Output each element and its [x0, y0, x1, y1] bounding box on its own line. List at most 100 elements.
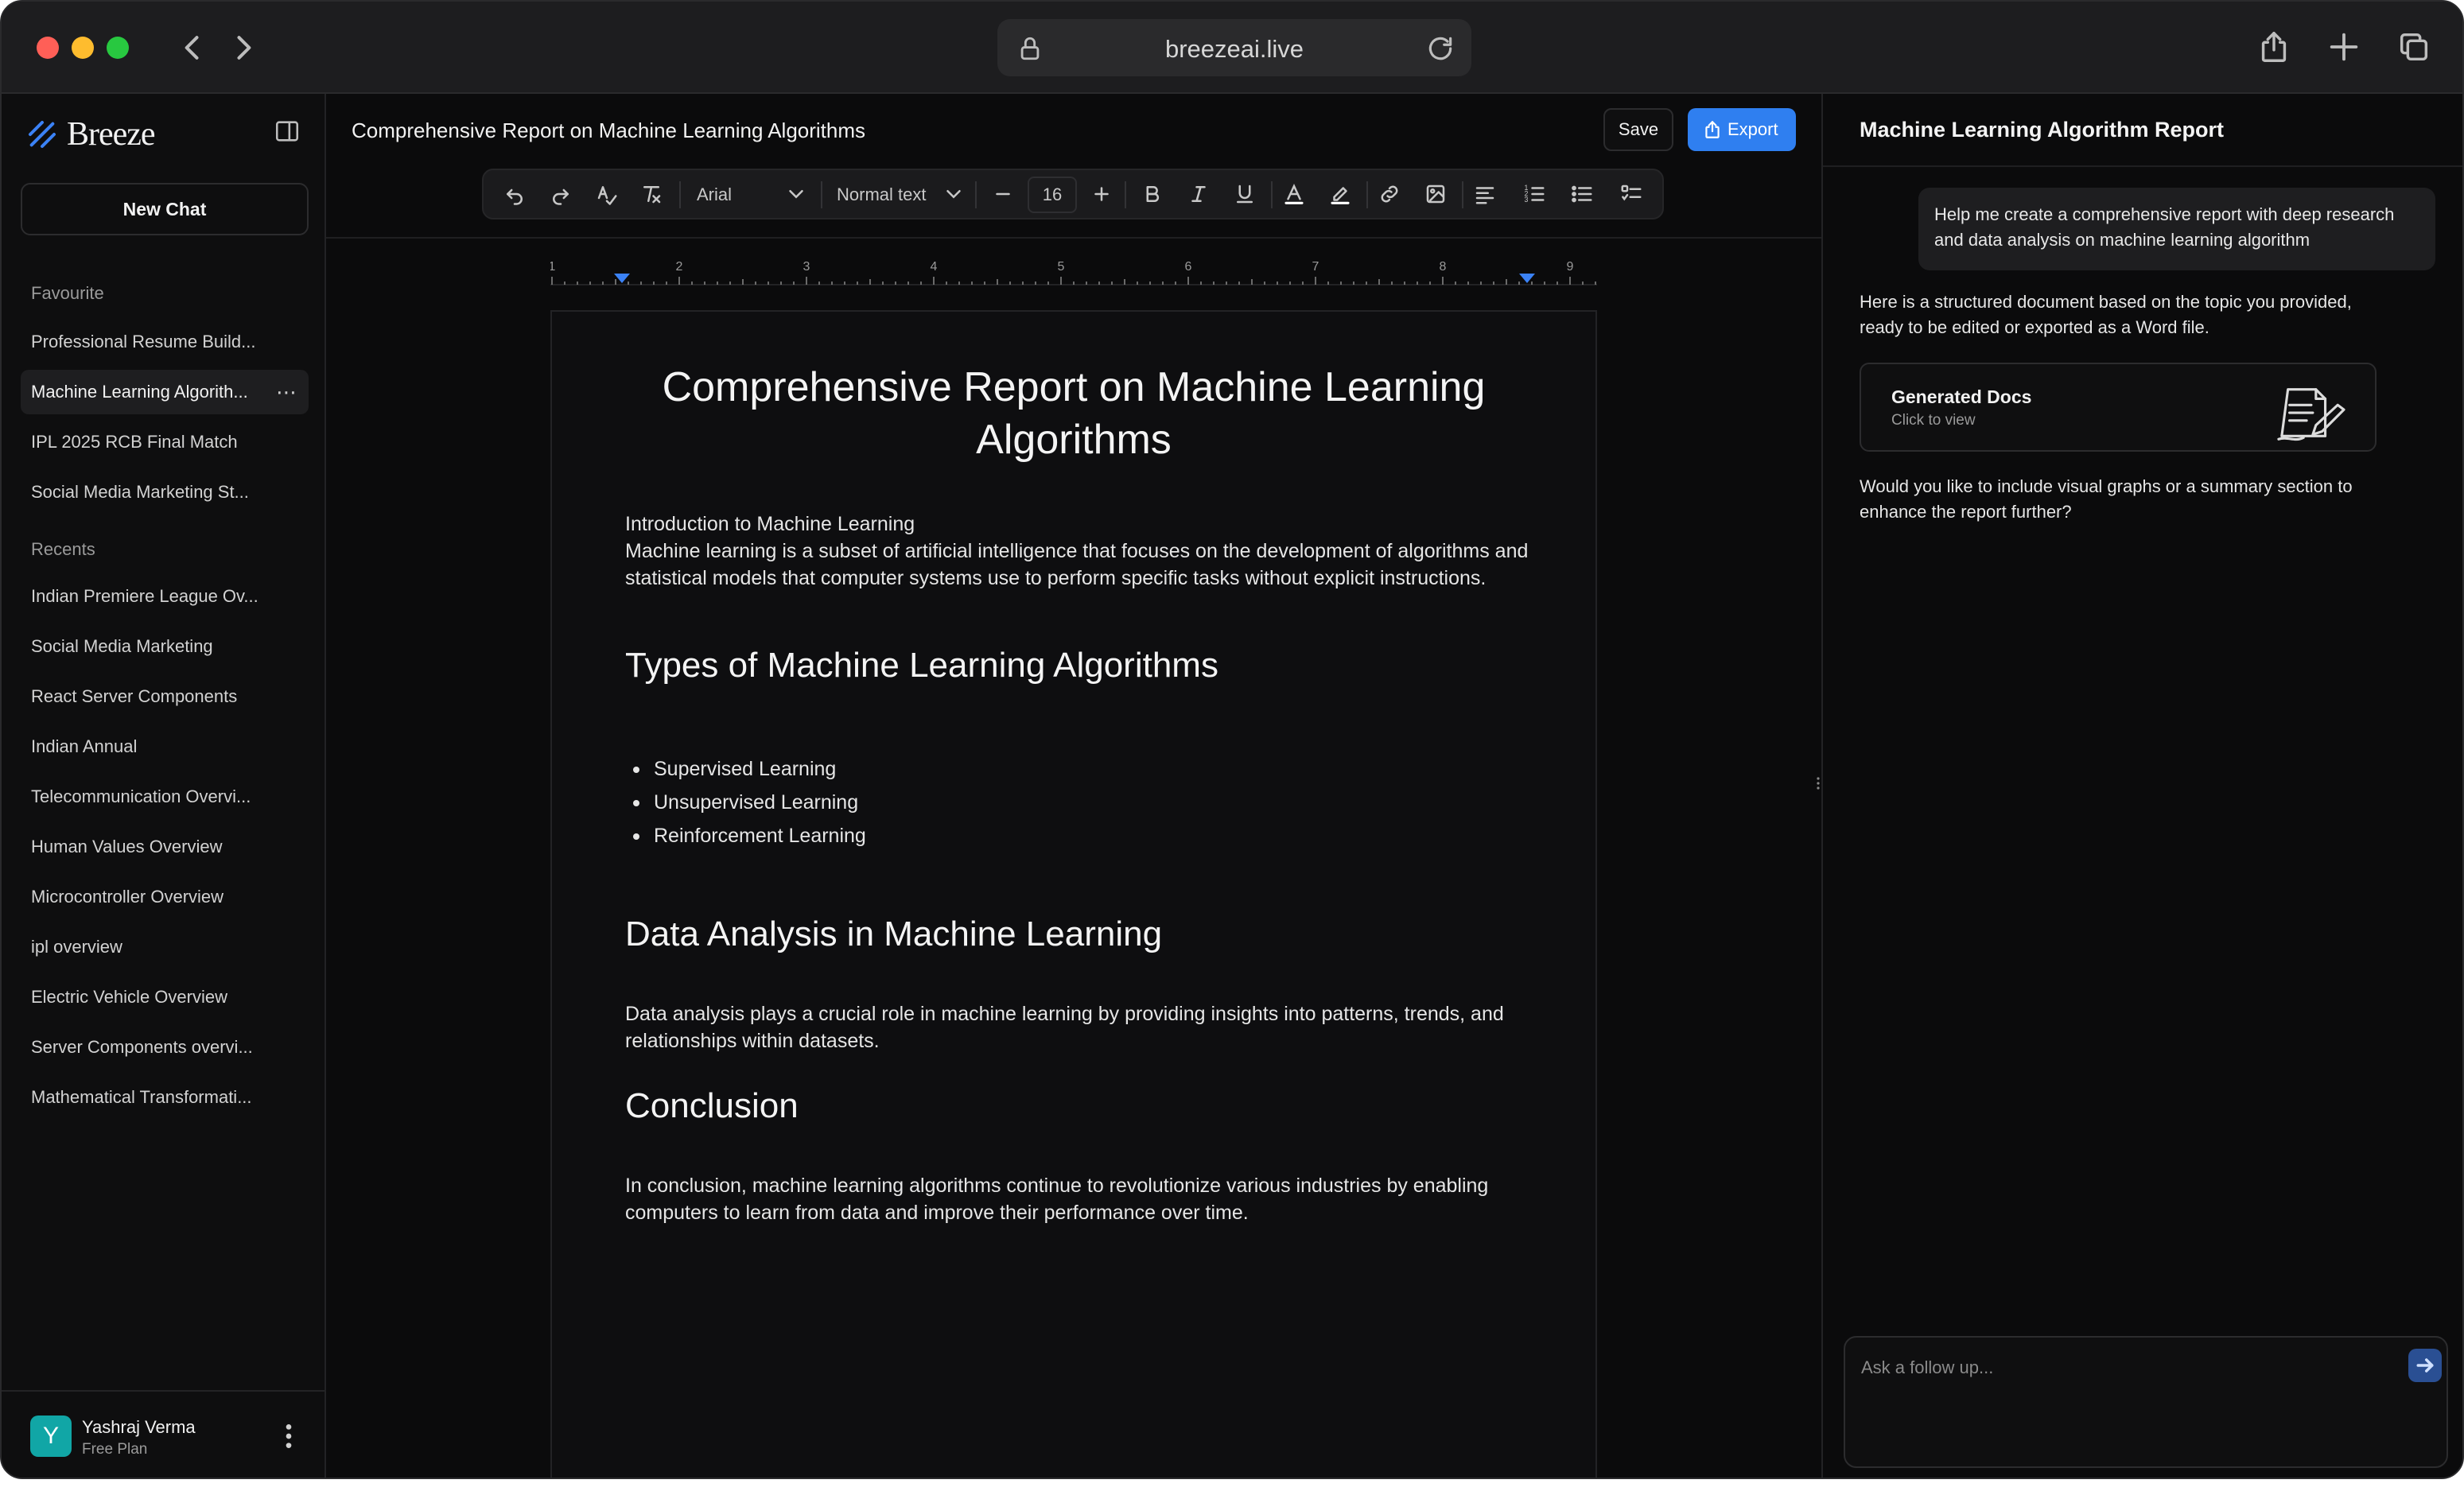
sidebar-item-label: Machine Learning Algorith... — [31, 382, 248, 402]
minimize-window-button[interactable] — [72, 37, 94, 59]
save-button[interactable]: Save — [1603, 108, 1673, 151]
minus-icon[interactable] — [991, 182, 1015, 206]
arrow-right-icon — [2416, 1358, 2434, 1373]
user-name: Yashraj Verma — [82, 1417, 196, 1437]
document-writing-icon — [2277, 388, 2345, 441]
more-horizontal-icon[interactable]: ⋯ — [276, 370, 297, 414]
sidebar-item-recent[interactable]: Electric Vehicle Overview — [21, 975, 309, 1019]
section-heading: Conclusion — [625, 1086, 799, 1125]
clear-formatting-icon[interactable] — [639, 182, 663, 206]
toolbar-divider — [821, 181, 822, 208]
back-arrow-icon[interactable] — [175, 30, 210, 65]
chat-title: Machine Learning Algorithm Report — [1860, 118, 2225, 142]
font-family-select[interactable]: Arial — [697, 184, 732, 205]
numbered-list-icon[interactable]: 123 — [1522, 182, 1546, 206]
chat-panel: Machine Learning Algorithm Report Help m… — [1821, 94, 2462, 1478]
sidebar-item-recent[interactable]: Server Components overvi... — [21, 1025, 309, 1070]
chat-composer[interactable] — [1844, 1336, 2448, 1468]
share-icon[interactable] — [2256, 29, 2292, 65]
export-button[interactable]: Export — [1688, 108, 1796, 151]
recents-section-label: Recents — [31, 539, 95, 559]
underline-icon[interactable] — [1233, 182, 1257, 206]
chat-header: Machine Learning Algorithm Report — [1823, 94, 2462, 167]
editor-header: Comprehensive Report on Machine Learning… — [326, 94, 1821, 162]
user-profile[interactable]: Y Yashraj Verma Free Plan — [2, 1390, 325, 1478]
tab-overview-icon[interactable] — [2396, 29, 2432, 65]
formatting-toolbar: Arial Normal text 16 1 2 3 — [482, 169, 1664, 219]
sidebar-item-recent[interactable]: Indian Annual — [21, 724, 309, 769]
sidebar-item-recent[interactable]: React Server Components — [21, 674, 309, 719]
ruler-label: 7 — [1312, 260, 1319, 274]
user-message: Help me create a comprehensive report wi… — [1918, 188, 2435, 270]
align-left-icon[interactable] — [1473, 182, 1497, 206]
close-window-button[interactable] — [37, 37, 59, 59]
chevron-down-icon[interactable] — [784, 182, 808, 206]
toolbar-divider — [1462, 181, 1463, 208]
generated-docs-card[interactable]: Generated Docs Click to view — [1860, 363, 2377, 452]
user-plan: Free Plan — [82, 1441, 148, 1458]
address-bar[interactable]: breezeai.live — [997, 19, 1471, 76]
new-chat-button[interactable]: New Chat — [21, 183, 309, 235]
section-heading: Data Analysis in Machine Learning — [625, 915, 1163, 953]
document-page[interactable]: Comprehensive Report on Machine Learning… — [550, 310, 1597, 1478]
sidebar-item-favourite-active[interactable]: Machine Learning Algorith... ⋯ — [21, 370, 309, 414]
ruler-label: 4 — [931, 260, 938, 274]
sidebar-item-recent[interactable]: Telecommunication Overvi... — [21, 775, 309, 819]
sidebar-item-recent[interactable]: Indian Premiere League Ov... — [21, 574, 309, 619]
link-icon[interactable] — [1378, 182, 1401, 206]
right-indent-marker[interactable] — [1519, 274, 1535, 283]
data-analysis-paragraph: Data analysis plays a crucial role in ma… — [625, 1003, 1504, 1052]
plus-icon[interactable] — [1090, 182, 1113, 206]
assistant-message: Would you like to include visual graphs … — [1860, 476, 2353, 522]
doc-title: Comprehensive Report on Machine Learning… — [352, 118, 866, 142]
upload-icon — [1705, 121, 1720, 138]
sidebar-item-recent[interactable]: Social Media Marketing — [21, 624, 309, 669]
browser-titlebar: breezeai.live — [2, 2, 2462, 94]
forward-arrow-icon[interactable] — [226, 30, 261, 65]
zoom-window-button[interactable] — [107, 37, 129, 59]
sidebar-item-recent[interactable]: ipl overview — [21, 925, 309, 969]
sidebar-item-recent[interactable]: Mathematical Transformati... — [21, 1075, 309, 1120]
chevron-down-icon[interactable] — [942, 182, 966, 206]
reload-icon[interactable] — [1425, 33, 1455, 64]
text-style-select[interactable]: Normal text — [837, 184, 926, 205]
brand[interactable]: Breeze — [25, 115, 156, 154]
doc-card-subtitle: Click to view — [1891, 412, 1976, 429]
sidebar-item-favourite[interactable]: Social Media Marketing St... — [21, 470, 309, 515]
more-vertical-icon[interactable] — [277, 1420, 301, 1452]
sidebar-item-favourite[interactable]: IPL 2025 RCB Final Match — [21, 420, 309, 464]
image-icon[interactable] — [1424, 182, 1448, 206]
spellcheck-icon[interactable] — [595, 182, 619, 206]
sidebar-toggle-icon[interactable] — [274, 118, 301, 145]
export-label: Export — [1728, 119, 1778, 139]
sidebar-item-recent[interactable]: Microcontroller Overview — [21, 875, 309, 919]
sidebar-item-favourite[interactable]: Professional Resume Build... — [21, 320, 309, 364]
toolbar-divider — [679, 181, 681, 208]
list-item: Supervised Learning — [625, 752, 866, 786]
document-title: Comprehensive Report on Machine Learning… — [662, 364, 1486, 463]
undo-icon[interactable] — [503, 182, 527, 206]
assistant-message: Here is a structured document based on t… — [1860, 292, 2352, 337]
ruler: 1 2 3 4 5 6 7 8 9 — [550, 260, 1597, 285]
italic-icon[interactable] — [1187, 182, 1211, 206]
highlight-icon[interactable] — [1328, 182, 1352, 206]
document-editor: Comprehensive Report on Machine Learning… — [326, 94, 1821, 1478]
checklist-icon[interactable] — [1619, 182, 1643, 206]
redo-icon[interactable] — [549, 182, 573, 206]
send-button[interactable] — [2408, 1349, 2442, 1382]
new-tab-plus-icon[interactable] — [2326, 29, 2362, 65]
sidebar-item-recent[interactable]: Human Values Overview — [21, 825, 309, 869]
intro-heading: Introduction to Machine Learning — [625, 513, 915, 535]
types-list: Supervised Learning Unsupervised Learnin… — [625, 752, 866, 852]
left-indent-marker[interactable] — [614, 274, 630, 283]
url-text[interactable]: breezeai.live — [997, 35, 1471, 64]
section-heading: Types of Machine Learning Algorithms — [625, 646, 1218, 685]
text-color-icon[interactable] — [1282, 182, 1306, 206]
ruler-label: 5 — [1058, 260, 1065, 274]
doc-card-title: Generated Docs — [1891, 386, 2032, 407]
font-size-input[interactable]: 16 — [1028, 177, 1077, 213]
follow-up-input[interactable] — [1861, 1352, 2386, 1384]
bold-icon[interactable] — [1141, 182, 1164, 206]
bullet-list-icon[interactable] — [1570, 182, 1594, 206]
toolbar-area: Arial Normal text 16 1 2 3 — [326, 162, 1821, 239]
